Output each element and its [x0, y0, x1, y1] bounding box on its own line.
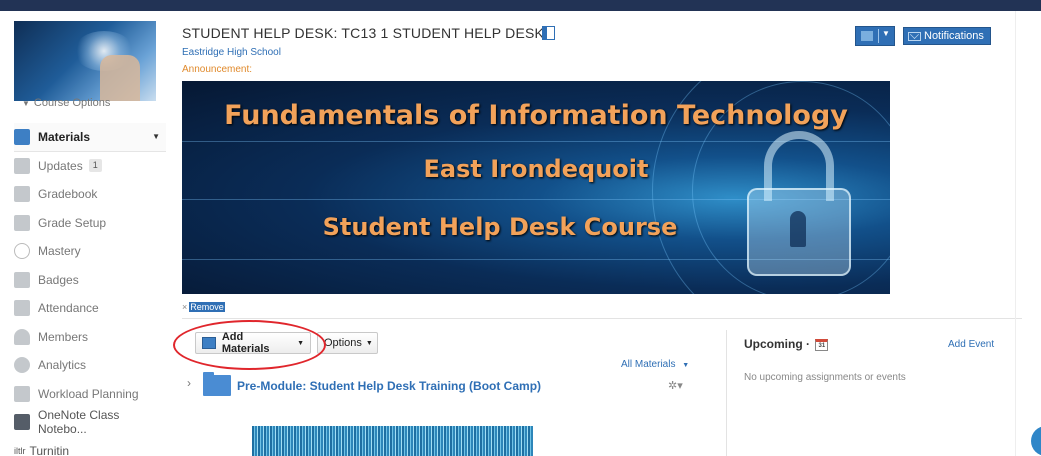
sidebar-menu: Materials ▼ Updates 1 Gradebook Grade Se…	[14, 123, 166, 456]
course-image-hand	[100, 55, 140, 101]
sidebar-item-label: OneNote Class Notebo...	[38, 408, 120, 437]
folder-name[interactable]: Pre-Module: Student Help Desk Training (…	[237, 379, 541, 393]
members-icon	[14, 328, 30, 345]
sidebar-item-analytics[interactable]: Analytics	[14, 351, 166, 380]
chevron-down-icon: ▼	[365, 339, 373, 347]
all-materials-filter[interactable]: All Materials ▼	[621, 359, 689, 370]
highlight-circle	[173, 320, 326, 370]
workload-planning-icon	[14, 385, 30, 402]
updates-icon	[14, 157, 30, 174]
sidebar-item-label: Mastery	[38, 244, 81, 259]
banner-subtitle: East Irondequoit	[423, 155, 649, 183]
toggle-separator	[878, 29, 879, 43]
sidebar: ▼ Course Options Materials ▼ Updates 1 Gr…	[0, 11, 172, 456]
view-toggle-button[interactable]: ▼	[855, 26, 895, 46]
sidebar-item-label: Materials	[38, 129, 91, 144]
sidebar-item-label: Attendance	[38, 301, 99, 316]
folder-icon	[203, 372, 231, 396]
sidebar-item-mastery[interactable]: Mastery	[14, 237, 166, 266]
remove-link[interactable]: Remove	[189, 302, 225, 312]
materials-icon	[14, 128, 30, 145]
sidebar-item-turnitin[interactable]: iltlr Turnitin	[14, 437, 166, 456]
grade-setup-icon	[14, 214, 30, 231]
sidebar-item-label: Turnitin	[29, 443, 70, 456]
notifications-label: Notifications	[924, 30, 984, 42]
upcoming-title: Upcoming	[744, 337, 803, 351]
school-link[interactable]: Eastridge High School	[182, 47, 281, 58]
notifications-button[interactable]: Notifications	[903, 27, 991, 45]
section-divider	[182, 318, 1022, 319]
no-upcoming-text: No upcoming assignments or events	[744, 372, 906, 383]
course-options-label: Course Options	[33, 97, 111, 109]
top-bar	[0, 0, 1041, 11]
filter-label: All Materials	[621, 359, 676, 370]
material-thumbnail[interactable]	[252, 426, 533, 456]
options-button[interactable]: Options ▼	[317, 332, 378, 354]
remove-announcement[interactable]: × Remove	[182, 302, 225, 312]
close-icon: ×	[182, 302, 188, 312]
sidebar-item-members[interactable]: Members	[14, 323, 166, 352]
turnitin-icon: iltlr	[14, 445, 26, 456]
chevron-right-icon[interactable]: ›	[187, 376, 191, 390]
chevron-down-icon[interactable]: ▼	[152, 132, 160, 141]
list-item[interactable]: › Pre-Module: Student Help Desk Training…	[187, 372, 707, 399]
sidebar-item-label: Updates	[38, 158, 83, 173]
sidebar-item-materials[interactable]: Materials ▼	[14, 123, 166, 152]
upcoming-header: Upcoming · 31	[744, 337, 829, 351]
options-label: Options	[324, 337, 362, 349]
gradebook-icon	[14, 186, 30, 203]
onenote-icon	[14, 414, 30, 431]
envelope-icon	[908, 31, 921, 41]
banner-course: Student Help Desk Course	[322, 213, 678, 241]
attendance-icon	[14, 300, 30, 317]
sidebar-item-onenote[interactable]: OneNote Class Notebo...	[14, 408, 166, 437]
calendar-icon[interactable]: 31	[815, 338, 829, 351]
right-edge-line	[1015, 11, 1016, 456]
announcement-banner: Fundamentals of Information Technology E…	[182, 81, 890, 294]
sidebar-item-gradebook[interactable]: Gradebook	[14, 180, 166, 209]
course-image[interactable]	[14, 21, 156, 101]
updates-count-badge: 1	[88, 159, 102, 173]
course-info-icon[interactable]	[542, 26, 555, 40]
badges-icon	[14, 271, 30, 288]
help-button[interactable]	[1031, 426, 1041, 456]
banner-title: Fundamentals of Information Technology	[224, 100, 848, 131]
chevron-down-icon: ▼	[882, 29, 890, 38]
sidebar-item-label: Analytics	[38, 358, 87, 373]
page-title: STUDENT HELP DESK: TC13 1 STUDENT HELP D…	[182, 25, 545, 41]
chevron-down-icon: ▼	[22, 99, 30, 108]
grid-icon	[861, 31, 873, 41]
sidebar-item-label: Members	[38, 329, 89, 344]
sidebar-item-updates[interactable]: Updates 1	[14, 152, 166, 181]
course-options[interactable]: ▼ Course Options	[22, 97, 110, 109]
announcement-label: Announcement:	[182, 64, 253, 75]
sidebar-item-attendance[interactable]: Attendance	[14, 294, 166, 323]
analytics-icon	[14, 357, 30, 374]
chevron-down-icon: ▼	[682, 362, 690, 369]
add-event-link[interactable]: Add Event	[948, 339, 994, 350]
sidebar-item-label: Badges	[38, 272, 79, 287]
mastery-icon	[14, 243, 30, 260]
sidebar-item-badges[interactable]: Badges	[14, 266, 166, 295]
sidebar-item-workload-planning[interactable]: Workload Planning	[14, 380, 166, 409]
sidebar-item-label: Gradebook	[38, 187, 98, 202]
sidebar-item-grade-setup[interactable]: Grade Setup	[14, 209, 166, 238]
column-divider	[726, 330, 727, 456]
gear-icon[interactable]: ✲▾	[668, 379, 683, 392]
sidebar-item-label: Workload Planning	[38, 386, 139, 401]
sidebar-item-label: Grade Setup	[38, 215, 107, 230]
